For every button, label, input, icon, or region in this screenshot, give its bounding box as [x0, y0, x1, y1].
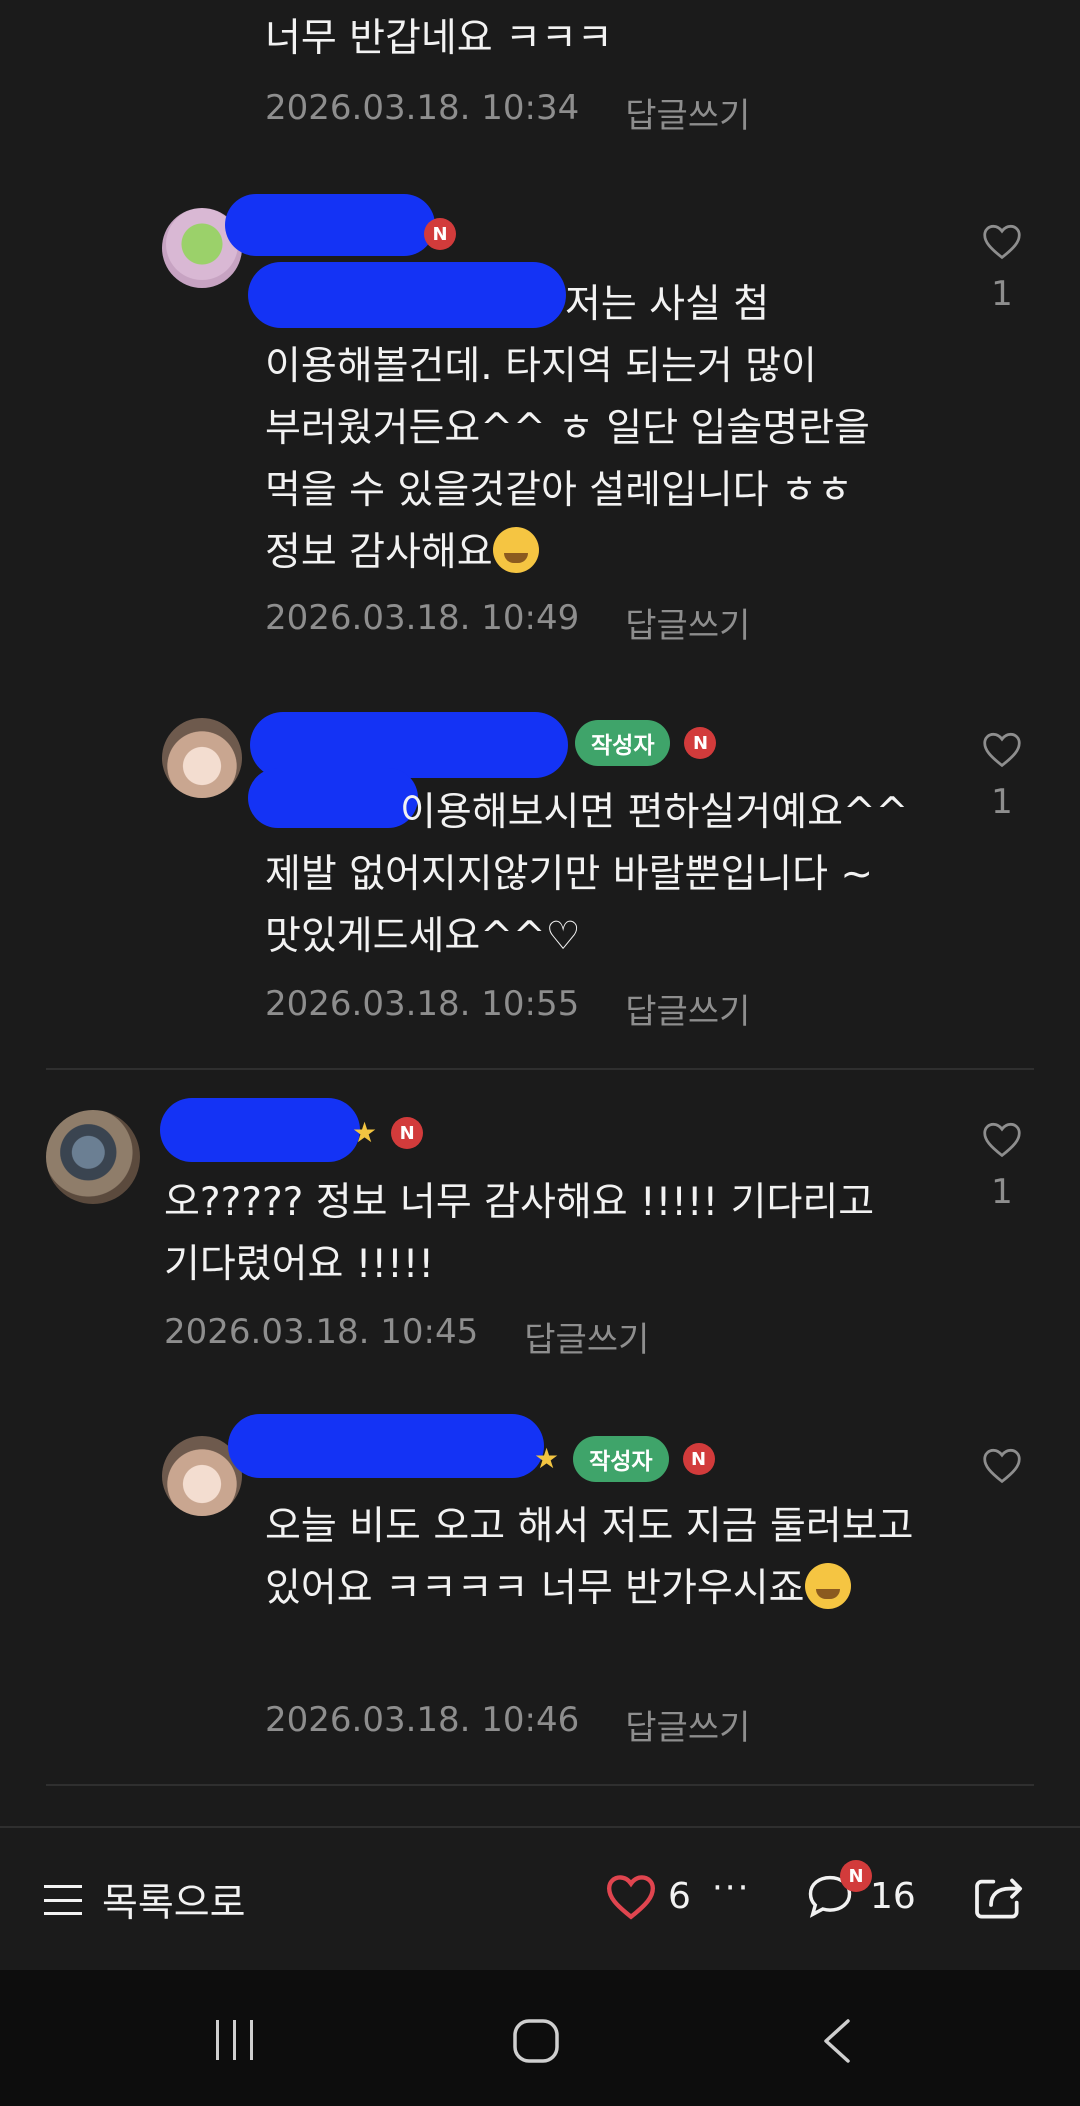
divider [46, 1784, 1034, 1786]
back-button[interactable] [820, 2018, 854, 2068]
reply-button[interactable]: 답글쓰기 [625, 598, 750, 647]
recent-apps-icon [216, 2020, 253, 2060]
share-icon [975, 1878, 1023, 1919]
star-icon: ★ [534, 1442, 560, 1475]
reply-button[interactable]: 답글쓰기 [625, 984, 750, 1033]
new-badge: N [682, 1443, 715, 1475]
comment-text: 오????? 정보 너무 감사해요 !!!!! 기다리고 기다렸어요 !!!!! [164, 1180, 875, 1287]
new-badge: N [840, 1860, 872, 1892]
author-badge: 작성자 [573, 1436, 669, 1482]
avatar[interactable] [46, 1110, 140, 1204]
home-icon [513, 2019, 559, 2063]
star-icon: ★ [352, 1116, 378, 1149]
post-like-button[interactable]: 6 [604, 1872, 691, 1920]
comment-timestamp: 2026.03.18. 10:55 [265, 984, 580, 1024]
like-count: 1 [991, 1172, 1013, 1212]
avatar[interactable] [162, 718, 242, 798]
comment-count: 16 [870, 1875, 916, 1917]
recent-apps-button[interactable] [212, 2018, 258, 2066]
back-icon [824, 2019, 850, 2063]
share-button[interactable] [970, 1872, 1026, 1928]
comment-timestamp: 2026.03.18. 10:34 [265, 88, 580, 128]
comment-timestamp: 2026.03.18. 10:45 [164, 1312, 479, 1352]
author-badge: 작성자 [575, 720, 671, 766]
reply-button[interactable]: 답글쓰기 [625, 88, 750, 137]
comment-text: 이용해보시면 편하실거예요^^ 제발 없어지지않기만 바랄뿐입니다 ~ 맛있게드… [265, 790, 909, 959]
comment-text: 오늘 비도 오고 해서 저도 지금 둘러보고 있어요 ㅋㅋㅋㅋ 너무 반가우시죠 [265, 1504, 914, 1611]
redacted-username [228, 1414, 544, 1478]
comment-like-button[interactable]: 1 [972, 730, 1032, 822]
heart-icon [983, 1448, 1021, 1484]
more-options-button[interactable]: ··· [712, 1868, 750, 1908]
comments-button[interactable]: N 16 [804, 1860, 916, 1920]
comment-timestamp: 2026.03.18. 10:46 [265, 1700, 580, 1740]
reply-button[interactable]: 답글쓰기 [524, 1312, 649, 1361]
heart-icon [606, 1875, 656, 1920]
hamburger-icon [44, 1885, 82, 1915]
comment-like-button[interactable]: 1 [972, 222, 1032, 314]
comment-like-button[interactable]: 1 [972, 1120, 1032, 1212]
comment-like-button[interactable] [972, 1446, 1032, 1484]
comment-text: 너무 반갑네요 ㅋㅋㅋ [265, 16, 613, 61]
divider [46, 1068, 1034, 1070]
new-badge: N [424, 218, 456, 250]
like-count: 6 [668, 1875, 691, 1917]
system-navigation-bar [0, 1970, 1080, 2106]
comment-timestamp: 2026.03.18. 10:49 [265, 598, 580, 638]
home-button[interactable] [512, 2018, 560, 2068]
heart-icon [983, 732, 1021, 768]
back-to-list-button[interactable]: 목록으로 [44, 1872, 246, 1928]
smile-emoji-icon [492, 527, 539, 573]
new-badge: N [684, 727, 717, 759]
smile-emoji-icon [804, 1563, 851, 1609]
like-count: 1 [991, 274, 1013, 314]
reply-button[interactable]: 답글쓰기 [625, 1700, 750, 1749]
bottom-toolbar: 목록으로 6 ··· N 16 [0, 1826, 1080, 1970]
new-badge: N [391, 1117, 424, 1149]
list-label: 목록으로 [102, 1881, 246, 1926]
like-count: 1 [991, 782, 1013, 822]
redacted-username [160, 1098, 360, 1162]
comment-text: 저는 사실 첨 이용해볼건데. 타지역 되는거 많이 부러웠거든요^^ ㅎ 일단… [265, 282, 870, 575]
redacted-username [225, 194, 435, 256]
heart-icon [983, 1122, 1021, 1158]
heart-icon [983, 224, 1021, 260]
